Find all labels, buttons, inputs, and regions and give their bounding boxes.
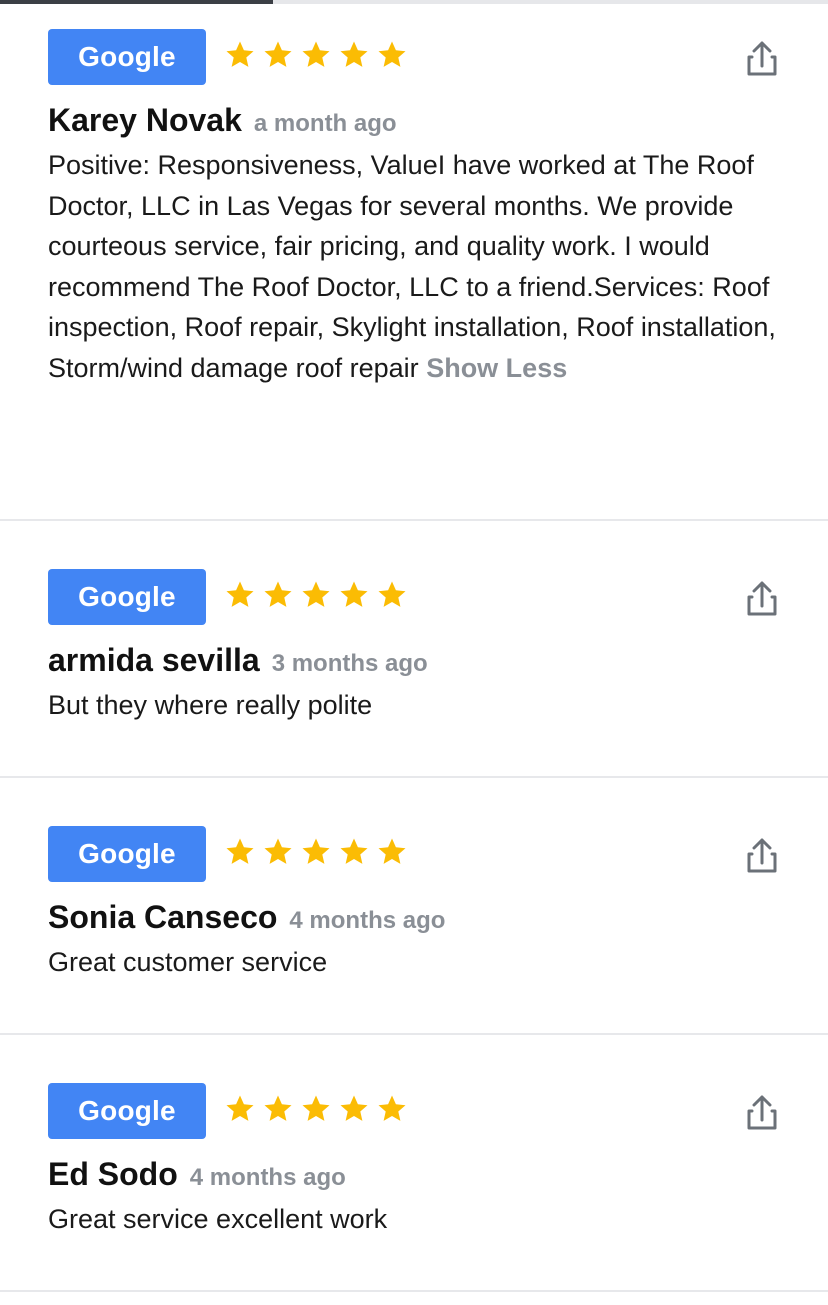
google-badge[interactable]: Google <box>48 29 206 85</box>
star-icon <box>226 41 254 67</box>
star-icon <box>378 838 406 864</box>
review-header: armida sevilla 3 months ago <box>48 642 428 679</box>
review-card: Google armida sevilla 3 months ago But t… <box>0 521 828 778</box>
star-icon <box>264 838 292 864</box>
star-icon <box>302 838 330 864</box>
star-icon <box>378 41 406 67</box>
share-icon[interactable] <box>744 579 780 619</box>
star-icon <box>226 581 254 607</box>
star-icon <box>340 1095 368 1121</box>
google-badge[interactable]: Google <box>48 1083 206 1139</box>
star-icon <box>378 581 406 607</box>
reviewer-name: Ed Sodo <box>48 1156 178 1192</box>
review-time: 4 months ago <box>189 1164 346 1191</box>
star-icon <box>302 41 330 67</box>
review-body: Positive: Responsiveness, ValueI have wo… <box>48 150 776 383</box>
reviewer-name: Sonia Canseco <box>48 899 278 935</box>
share-icon[interactable] <box>744 836 780 876</box>
review-card: Google Ed Sodo 4 months ago Great servic… <box>0 1035 828 1292</box>
star-icon <box>302 1095 330 1121</box>
share-icon[interactable] <box>744 39 780 79</box>
share-icon[interactable] <box>744 1093 780 1133</box>
star-icon <box>264 1095 292 1121</box>
review-card: Google Sonia Canseco 4 months ago Great … <box>0 778 828 1035</box>
review-time: a month ago <box>253 110 397 137</box>
review-header: Karey Novak a month ago <box>48 102 397 139</box>
review-card: Google Karey Novak a month ago Positive:… <box>0 0 828 521</box>
star-rating <box>224 39 408 75</box>
star-icon <box>264 581 292 607</box>
review-text: Great service excellent work <box>48 1204 388 1234</box>
google-badge[interactable]: Google <box>48 569 206 625</box>
star-rating <box>224 1093 408 1129</box>
star-icon <box>340 838 368 864</box>
star-icon <box>340 581 368 607</box>
review-time: 3 months ago <box>271 650 428 677</box>
star-rating <box>224 579 408 615</box>
google-badge[interactable]: Google <box>48 826 206 882</box>
star-icon <box>264 41 292 67</box>
star-icon <box>226 1095 254 1121</box>
review-text: But they where really polite <box>48 690 373 720</box>
review-time: 4 months ago <box>289 907 446 934</box>
reviewer-name: Karey Novak <box>48 102 242 138</box>
review-text: Positive: Responsiveness, ValueI have wo… <box>48 145 788 388</box>
show-less-link[interactable]: Show Less <box>426 353 567 383</box>
review-header: Ed Sodo 4 months ago <box>48 1156 346 1193</box>
star-icon <box>378 1095 406 1121</box>
star-icon <box>226 838 254 864</box>
star-rating <box>224 836 408 872</box>
review-text: Great customer service <box>48 947 328 977</box>
star-icon <box>340 41 368 67</box>
star-icon <box>302 581 330 607</box>
reviewer-name: armida sevilla <box>48 642 260 678</box>
review-header: Sonia Canseco 4 months ago <box>48 899 445 936</box>
